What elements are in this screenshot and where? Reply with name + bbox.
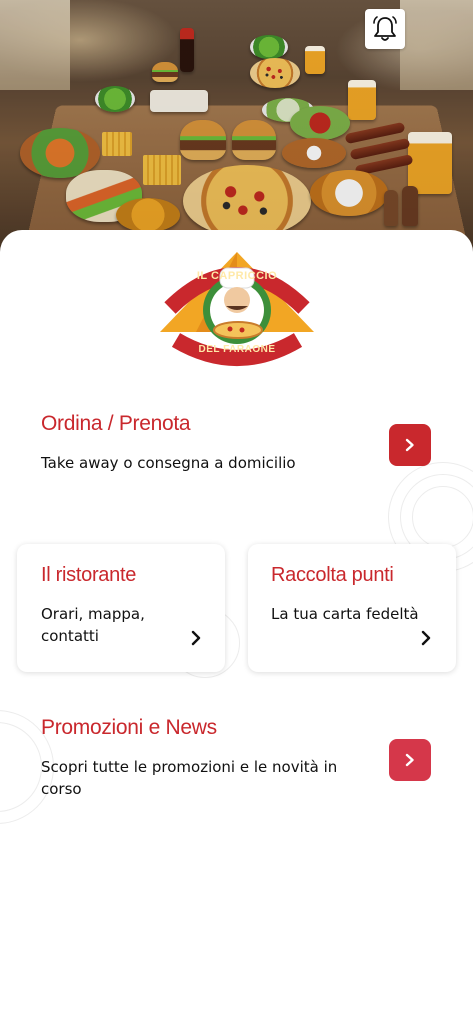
restaurant-logo: IL CAPRICCIO DEL FARAONE bbox=[156, 248, 318, 368]
content-sheet: IL CAPRICCIO DEL FARAONE Ordina / Prenot… bbox=[0, 230, 473, 1024]
notifications-button[interactable] bbox=[365, 9, 405, 49]
restaurant-card[interactable]: Il ristorante Orari, mappa, contatti bbox=[17, 544, 225, 672]
chevron-right-icon bbox=[191, 630, 201, 646]
logo-text-bottom: DEL FARAONE bbox=[198, 344, 276, 355]
logo-text-top: IL CAPRICCIO bbox=[196, 270, 278, 282]
restaurant-title: Il ristorante bbox=[41, 564, 137, 586]
restaurant-description: Orari, mappa, contatti bbox=[41, 605, 145, 645]
loyalty-card[interactable]: Raccolta punti La tua carta fedeltà bbox=[248, 544, 456, 672]
chevron-right-icon bbox=[405, 753, 414, 767]
decorative-ring bbox=[412, 486, 473, 548]
order-title: Ordina / Prenota bbox=[41, 412, 191, 435]
promotions-title: Promozioni e News bbox=[41, 716, 217, 739]
chevron-right-icon bbox=[405, 438, 414, 452]
promotions-button[interactable] bbox=[389, 739, 431, 781]
bell-icon bbox=[373, 16, 397, 41]
order-description: Take away o consegna a domicilio bbox=[41, 454, 296, 472]
chevron-right-icon bbox=[421, 630, 431, 646]
hero-food-image bbox=[0, 0, 473, 260]
promotions-description: Scopri tutte le promozioni e le novità i… bbox=[41, 758, 338, 798]
loyalty-description: La tua carta fedeltà bbox=[271, 605, 419, 623]
order-button[interactable] bbox=[389, 424, 431, 466]
loyalty-title: Raccolta punti bbox=[271, 564, 394, 586]
